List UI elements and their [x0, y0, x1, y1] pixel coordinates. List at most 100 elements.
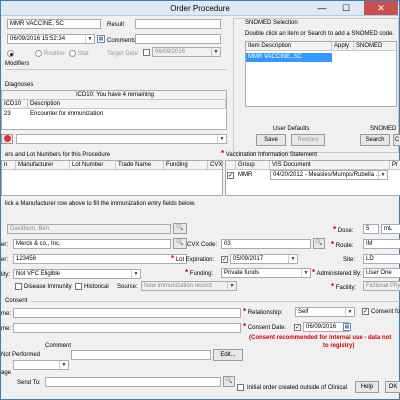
- remove-diagnosis-button[interactable]: [1, 134, 13, 144]
- snomed-selected-row[interactable]: MMR VACCINE, SC: [246, 53, 332, 62]
- calendar-icon[interactable]: ▦: [97, 35, 105, 43]
- snomed-group-label: SNOMED Selection: [245, 20, 298, 26]
- modifiers-label: Modifiers: [5, 61, 30, 67]
- historical-checkbox[interactable]: [75, 283, 82, 290]
- source-dropdown[interactable]: New immunization record ▼: [141, 281, 237, 291]
- restore-button[interactable]: Restore: [291, 134, 325, 146]
- vis-group[interactable]: MMR: [236, 171, 270, 179]
- close-button[interactable]: ✕: [364, 1, 398, 15]
- vis-col-check: [226, 161, 236, 170]
- ok-button[interactable]: OK: [385, 381, 400, 393]
- route-dropdown[interactable]: IM: [363, 239, 400, 249]
- col-snomed[interactable]: SNOMED: [354, 42, 396, 51]
- col-item-description[interactable]: Item Description: [246, 42, 332, 51]
- procedure-field[interactable]: MMR VACCINE, SC: [7, 19, 101, 29]
- comments-label: Comments: [107, 38, 137, 44]
- vis-col-document[interactable]: VIS Document: [270, 161, 390, 170]
- lot-expiration-field[interactable]: 05/09/2017 ▼: [230, 254, 298, 264]
- datetime-field[interactable]: 06/09/2016 15:52:34 ▼: [7, 34, 95, 44]
- lots-hint: lick a Manufacturer row above to fill th…: [5, 201, 196, 207]
- lots-grid[interactable]: n Manufacturer Lot Number Trade Name Fun…: [1, 160, 223, 196]
- diagnosis-description[interactable]: Encounter for immunization: [28, 110, 226, 118]
- funding-label: Funding:: [189, 271, 214, 277]
- required-marker: *: [333, 225, 337, 234]
- target-date-field[interactable]: 06/09/2016 ▼: [152, 47, 221, 57]
- lots-col-cvx[interactable]: CVX: [208, 161, 222, 170]
- disease-immunity-checkbox[interactable]: [15, 283, 22, 290]
- consent-name-field[interactable]: [13, 308, 241, 318]
- dropdown-arrow-icon: ▼: [131, 270, 140, 278]
- col-apply[interactable]: Apply: [332, 42, 354, 51]
- comment-field[interactable]: [71, 350, 211, 360]
- send-to-field[interactable]: [45, 377, 221, 387]
- relationship-label: Relationship:: [247, 310, 283, 316]
- comments-field[interactable]: [135, 34, 221, 44]
- diagnoses-label: Diagnoses: [5, 82, 34, 88]
- message-label: age: [1, 370, 12, 376]
- search-icon: 🔍: [225, 378, 233, 384]
- lots-col-trade-name[interactable]: Trade Name: [116, 161, 164, 170]
- priority-stat-radio[interactable]: [69, 50, 76, 57]
- cvx-code-label: CVX Code:: [187, 242, 218, 248]
- given-by-search-button[interactable]: 🔍: [173, 223, 187, 234]
- target-date-checkbox[interactable]: [143, 49, 150, 56]
- vis-grid[interactable]: Group VIS Document Pr ✓ MMR 04/20/2012 -…: [225, 160, 400, 196]
- lots-col-lot-number[interactable]: Lot Number: [70, 161, 116, 170]
- given-by-field[interactable]: Davidson, Ben: [7, 224, 171, 234]
- clear-button[interactable]: C: [393, 134, 400, 146]
- diagnosis-search-dropdown[interactable]: ▼: [16, 134, 227, 144]
- diagnoses-grid[interactable]: ICD10: You have 4 remaining ICD10 Descri…: [1, 90, 227, 130]
- consent-name2-field[interactable]: [13, 323, 241, 333]
- col-description[interactable]: Description: [28, 100, 226, 109]
- initial-order-label: Initial order created outside of Clinica…: [247, 385, 348, 391]
- minimize-button[interactable]: —: [311, 1, 333, 15]
- initial-order-checkbox[interactable]: [237, 384, 244, 391]
- lots-col-manufacturer[interactable]: Manufacturer: [16, 161, 70, 170]
- priority-default-radio[interactable]: [7, 50, 14, 57]
- dropdown-arrow-icon: ▼: [288, 255, 297, 263]
- vis-col-pr[interactable]: Pr: [390, 161, 400, 170]
- dose-label: Dose:: [337, 228, 354, 234]
- help-button[interactable]: Help: [355, 381, 379, 393]
- vfc-eligibility-dropdown[interactable]: Not VFC Eligible ▼: [13, 269, 141, 279]
- required-marker: *: [185, 268, 189, 277]
- col-icd10[interactable]: ICD10: [2, 100, 28, 109]
- dose-field[interactable]: 5: [363, 224, 379, 234]
- edit-button[interactable]: Edit...: [213, 349, 243, 361]
- dropdown-arrow-icon: ▼: [227, 282, 236, 290]
- cvx-code-field[interactable]: 03: [221, 239, 311, 249]
- diagnosis-code[interactable]: 23: [2, 110, 28, 118]
- facility-dropdown[interactable]: Fictional Physi: [363, 281, 400, 291]
- lots-col-0[interactable]: n: [2, 161, 16, 170]
- manufacturer-search-button[interactable]: 🔍: [173, 238, 187, 249]
- send-to-search-button[interactable]: 🔍: [223, 376, 235, 387]
- divider: [5, 69, 227, 70]
- search-button[interactable]: Search: [360, 134, 390, 146]
- administered-by-dropdown[interactable]: User One: [363, 268, 400, 278]
- dose-unit-dropdown[interactable]: mL: [381, 224, 400, 234]
- vis-document-dropdown[interactable]: 04/20/2012 - Measles/Mumps/Rubella ... ▼: [270, 170, 388, 180]
- vis-row-checkbox[interactable]: ✓: [227, 172, 234, 179]
- calendar-icon[interactable]: ▦: [343, 323, 351, 331]
- maximize-button[interactable]: ☐: [335, 1, 357, 15]
- funding-dropdown[interactable]: Private funds ▼: [221, 268, 311, 278]
- lot-label: er:: [1, 257, 9, 263]
- consent-date-checkbox[interactable]: ✓: [294, 324, 301, 331]
- cvx-search-button[interactable]: 🔍: [313, 238, 325, 249]
- manufacturer-field[interactable]: Merck & co., Inc.: [13, 239, 171, 249]
- consent-name2-label: me:: [1, 326, 12, 332]
- dropdown-arrow-icon: ▼: [211, 48, 220, 56]
- relationship-dropdown[interactable]: Self ▼: [295, 307, 355, 317]
- snomed-grid[interactable]: Item Description Apply SNOMED MMR VACCIN…: [245, 41, 397, 107]
- consent-for-checkbox[interactable]: ✓: [362, 308, 369, 315]
- not-performed-dropdown[interactable]: ▼: [13, 360, 69, 370]
- consent-warning-line2: to registry): [323, 343, 355, 349]
- site-dropdown[interactable]: LD: [363, 254, 400, 264]
- result-field[interactable]: [135, 19, 221, 29]
- priority-routine-radio[interactable]: [35, 50, 42, 57]
- vis-col-group[interactable]: Group: [236, 161, 270, 170]
- lot-expiration-checkbox[interactable]: ✓: [221, 256, 228, 263]
- save-button[interactable]: Save: [256, 134, 286, 146]
- lots-col-funding[interactable]: Funding: [164, 161, 208, 170]
- lot-number-field[interactable]: 123456: [13, 254, 187, 264]
